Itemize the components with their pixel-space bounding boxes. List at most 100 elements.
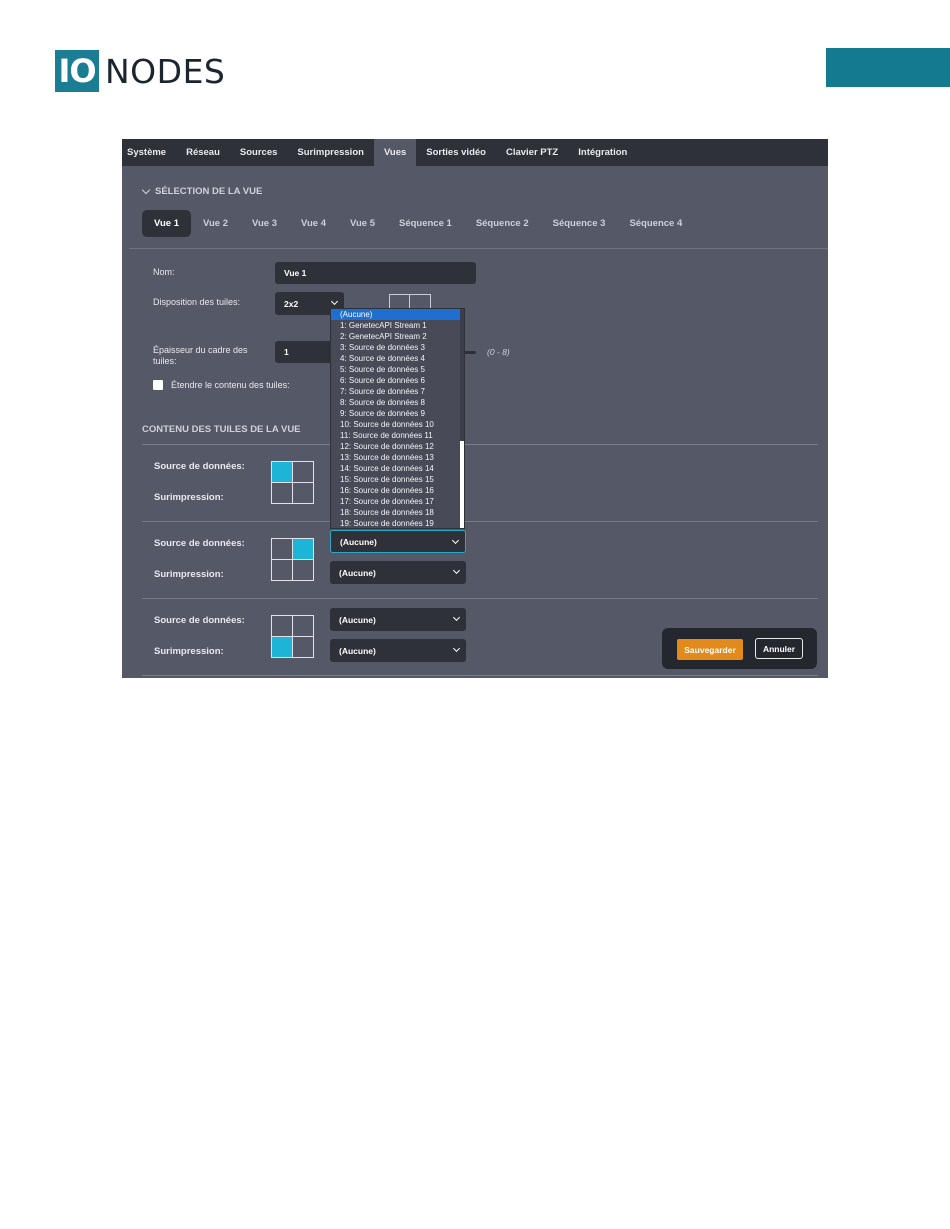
chevron-down-icon xyxy=(452,644,461,653)
tile-cell xyxy=(272,560,292,580)
dropdown-option[interactable]: 17: Source de données 17 xyxy=(331,496,464,507)
nav-vues[interactable]: Vues xyxy=(373,139,417,166)
chevron-down-icon xyxy=(452,613,461,622)
dropdown-option[interactable]: 5: Source de données 5 xyxy=(331,364,464,375)
divider xyxy=(129,248,828,249)
row3-overlay-value: (Aucune) xyxy=(339,645,376,656)
chevron-down-icon xyxy=(141,185,151,195)
border-label-line1: Épaisseur du cadre des xyxy=(153,345,248,355)
view-selection-heading[interactable]: SÉLECTION DE LA VUE xyxy=(141,185,263,197)
border-thickness-input[interactable]: 1 xyxy=(275,341,335,363)
tiles-content-heading: CONTENU DES TUILES DE LA VUE xyxy=(142,424,301,435)
logo-wordmark: NODES xyxy=(105,51,226,91)
tab-vue-4[interactable]: Vue 4 xyxy=(289,210,338,237)
row1-tile-grid xyxy=(271,461,314,504)
nav-sources[interactable]: Sources xyxy=(230,139,288,166)
dropdown-option[interactable]: 15: Source de données 15 xyxy=(331,474,464,485)
divider xyxy=(142,444,818,445)
tile-cell-selected xyxy=(293,539,313,559)
dropdown-option[interactable]: 10: Source de données 10 xyxy=(331,419,464,430)
nav-integration[interactable]: Intégration xyxy=(568,139,637,166)
border-range-hint: (0 - 8) xyxy=(487,347,510,357)
tab-vue-3[interactable]: Vue 3 xyxy=(240,210,289,237)
tab-sequence-1[interactable]: Séquence 1 xyxy=(387,210,464,237)
source-dropdown-list: (Aucune) 1: GenetecAPI Stream 1 2: Genet… xyxy=(330,308,465,529)
dropdown-option[interactable]: 13: Source de données 13 xyxy=(331,452,464,463)
dropdown-option[interactable]: 1: GenetecAPI Stream 1 xyxy=(331,320,464,331)
save-bar: Sauvegarder Annuler xyxy=(662,628,817,669)
layout-label: Disposition des tuiles: xyxy=(153,297,241,307)
nav-sorties-video[interactable]: Sorties vidéo xyxy=(416,139,496,166)
dropdown-option[interactable]: 14: Source de données 14 xyxy=(331,463,464,474)
row1-overlay-label: Surimpression: xyxy=(154,492,224,503)
ionodes-logo: IO NODES xyxy=(55,50,225,92)
dropdown-option[interactable]: 8: Source de données 8 xyxy=(331,397,464,408)
tile-cell xyxy=(272,483,292,503)
row2-tile-grid xyxy=(271,538,314,581)
chevron-down-icon xyxy=(451,536,460,545)
dropdown-option[interactable]: 4: Source de données 4 xyxy=(331,353,464,364)
row2-source-value: (Aucune) xyxy=(340,536,377,547)
save-button[interactable]: Sauvegarder xyxy=(677,639,743,660)
dropdown-option[interactable]: 3: Source de données 3 xyxy=(331,342,464,353)
view-selection-title: SÉLECTION DE LA VUE xyxy=(155,186,263,197)
dropdown-option[interactable]: 2: GenetecAPI Stream 2 xyxy=(331,331,464,342)
tile-cell xyxy=(293,483,313,503)
tile-cell xyxy=(272,616,292,636)
dropdown-option[interactable]: 7: Source de données 7 xyxy=(331,386,464,397)
row2-source-label: Source de données: xyxy=(154,538,245,549)
cancel-button[interactable]: Annuler xyxy=(755,638,803,659)
nav-reseau[interactable]: Réseau xyxy=(176,139,230,166)
dropdown-option[interactable]: 12: Source de données 12 xyxy=(331,441,464,452)
tab-vue-2[interactable]: Vue 2 xyxy=(191,210,240,237)
tile-cell xyxy=(293,560,313,580)
dropdown-option[interactable]: 6: Source de données 6 xyxy=(331,375,464,386)
tab-vue-1[interactable]: Vue 1 xyxy=(142,210,191,237)
tile-cell xyxy=(272,539,292,559)
tile-cell-selected xyxy=(272,637,292,657)
tile-cell xyxy=(293,637,313,657)
chevron-down-icon xyxy=(330,297,339,306)
row3-overlay-select[interactable]: (Aucune) xyxy=(330,639,466,662)
nav-clavier-ptz[interactable]: Clavier PTZ xyxy=(496,139,568,166)
tab-sequence-3[interactable]: Séquence 3 xyxy=(541,210,618,237)
row2-overlay-label: Surimpression: xyxy=(154,569,224,580)
layout-select-value: 2x2 xyxy=(284,298,299,309)
dropdown-option[interactable]: 16: Source de données 16 xyxy=(331,485,464,496)
view-tabs: Vue 1 Vue 2 Vue 3 Vue 4 Vue 5 Séquence 1… xyxy=(142,210,694,237)
row2-overlay-select[interactable]: (Aucune) xyxy=(330,561,466,584)
app-screenshot: Système Réseau Sources Surimpression Vue… xyxy=(122,139,828,678)
row2-source-select[interactable]: (Aucune) xyxy=(330,530,466,553)
tab-sequence-4[interactable]: Séquence 4 xyxy=(617,210,694,237)
row3-tile-grid xyxy=(271,615,314,658)
row3-source-select[interactable]: (Aucune) xyxy=(330,608,466,631)
name-input[interactable]: Vue 1 xyxy=(275,262,476,284)
row2-overlay-value: (Aucune) xyxy=(339,567,376,578)
border-label-line2: tuiles: xyxy=(153,356,177,366)
divider xyxy=(142,675,818,676)
logo-io-mark: IO xyxy=(55,50,99,92)
stretch-label: Étendre le contenu des tuiles: xyxy=(171,380,290,390)
dropdown-option[interactable]: 19: Source de données 19 xyxy=(331,518,464,528)
dropdown-scroll-thumb[interactable] xyxy=(460,309,464,441)
row3-source-label: Source de données: xyxy=(154,615,245,626)
stretch-checkbox[interactable] xyxy=(153,380,163,390)
tab-vue-5[interactable]: Vue 5 xyxy=(338,210,387,237)
dropdown-option[interactable]: 9: Source de données 9 xyxy=(331,408,464,419)
row3-source-value: (Aucune) xyxy=(339,614,376,625)
row3-overlay-label: Surimpression: xyxy=(154,646,224,657)
top-navigation: Système Réseau Sources Surimpression Vue… xyxy=(122,139,828,166)
nav-systeme[interactable]: Système xyxy=(122,139,176,166)
dropdown-option[interactable]: 11: Source de données 11 xyxy=(331,430,464,441)
divider xyxy=(142,521,818,522)
header-accent-bar xyxy=(826,48,950,87)
dropdown-option[interactable]: 18: Source de données 18 xyxy=(331,507,464,518)
tile-cell xyxy=(293,462,313,482)
row1-source-label: Source de données: xyxy=(154,461,245,472)
tile-cell xyxy=(293,616,313,636)
chevron-down-icon xyxy=(452,566,461,575)
name-label: Nom: xyxy=(153,267,175,277)
tab-sequence-2[interactable]: Séquence 2 xyxy=(464,210,541,237)
nav-surimpression[interactable]: Surimpression xyxy=(287,139,374,166)
dropdown-option[interactable]: (Aucune) xyxy=(331,309,464,320)
